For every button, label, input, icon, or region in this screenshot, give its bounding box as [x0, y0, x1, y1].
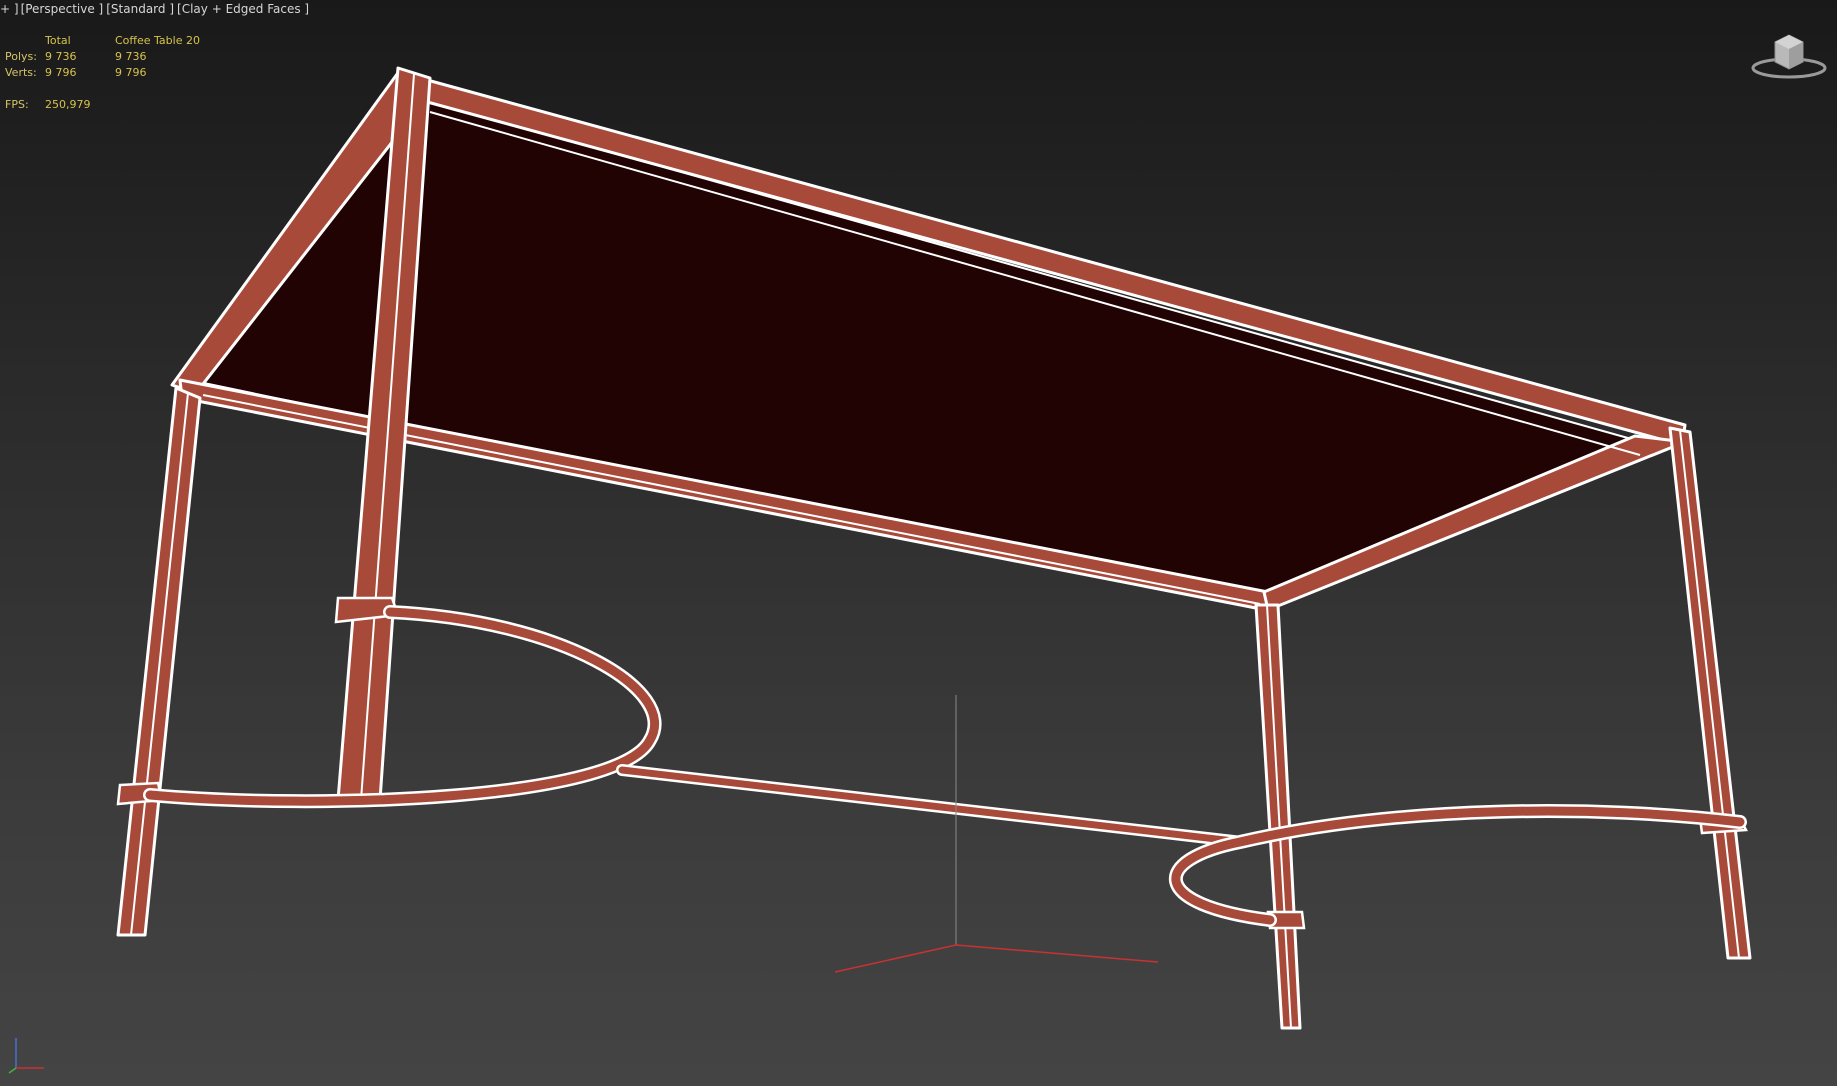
stats-verts-row: Verts: 9 796 9 796: [5, 65, 235, 81]
stats-header-blank: [5, 33, 45, 49]
stats-fps-row: FPS: 250,979: [5, 97, 235, 113]
stats-polys-row: Polys: 9 736 9 736: [5, 49, 235, 65]
stats-fps-value: 250,979: [45, 98, 91, 111]
coffee-table-model[interactable]: [0, 0, 1837, 1086]
viewport-menu-standard[interactable]: [Standard ]: [106, 2, 174, 16]
viewport-menu-perspective[interactable]: [Perspective ]: [21, 2, 104, 16]
statistics-overlay: Total Coffee Table 20 Polys: 9 736 9 736…: [5, 33, 235, 113]
stats-polys-object: 9 736: [115, 50, 147, 63]
perspective-viewport[interactable]: + ] [Perspective ] [Standard ] [Clay + E…: [0, 0, 1837, 1086]
axis-tripod-icon: [6, 1030, 50, 1074]
stats-polys-label: Polys:: [5, 50, 37, 63]
stats-verts-label: Verts:: [5, 66, 37, 79]
stats-polys-total: 9 736: [45, 50, 77, 63]
stats-header-object: Coffee Table 20: [115, 34, 200, 47]
stats-verts-object: 9 796: [115, 66, 147, 79]
stats-header-row: Total Coffee Table 20: [5, 33, 235, 49]
viewcube-icon[interactable]: [1749, 28, 1829, 80]
viewport-label-menu[interactable]: + ] [Perspective ] [Standard ] [Clay + E…: [0, 2, 309, 16]
viewport-menu-shading[interactable]: [Clay + Edged Faces ]: [177, 2, 309, 16]
stats-verts-total: 9 796: [45, 66, 77, 79]
viewport-menu-plus[interactable]: + ]: [0, 2, 19, 16]
stats-fps-label: FPS:: [5, 98, 29, 111]
world-axes: [834, 695, 1159, 973]
stats-header-total: Total: [45, 34, 71, 47]
